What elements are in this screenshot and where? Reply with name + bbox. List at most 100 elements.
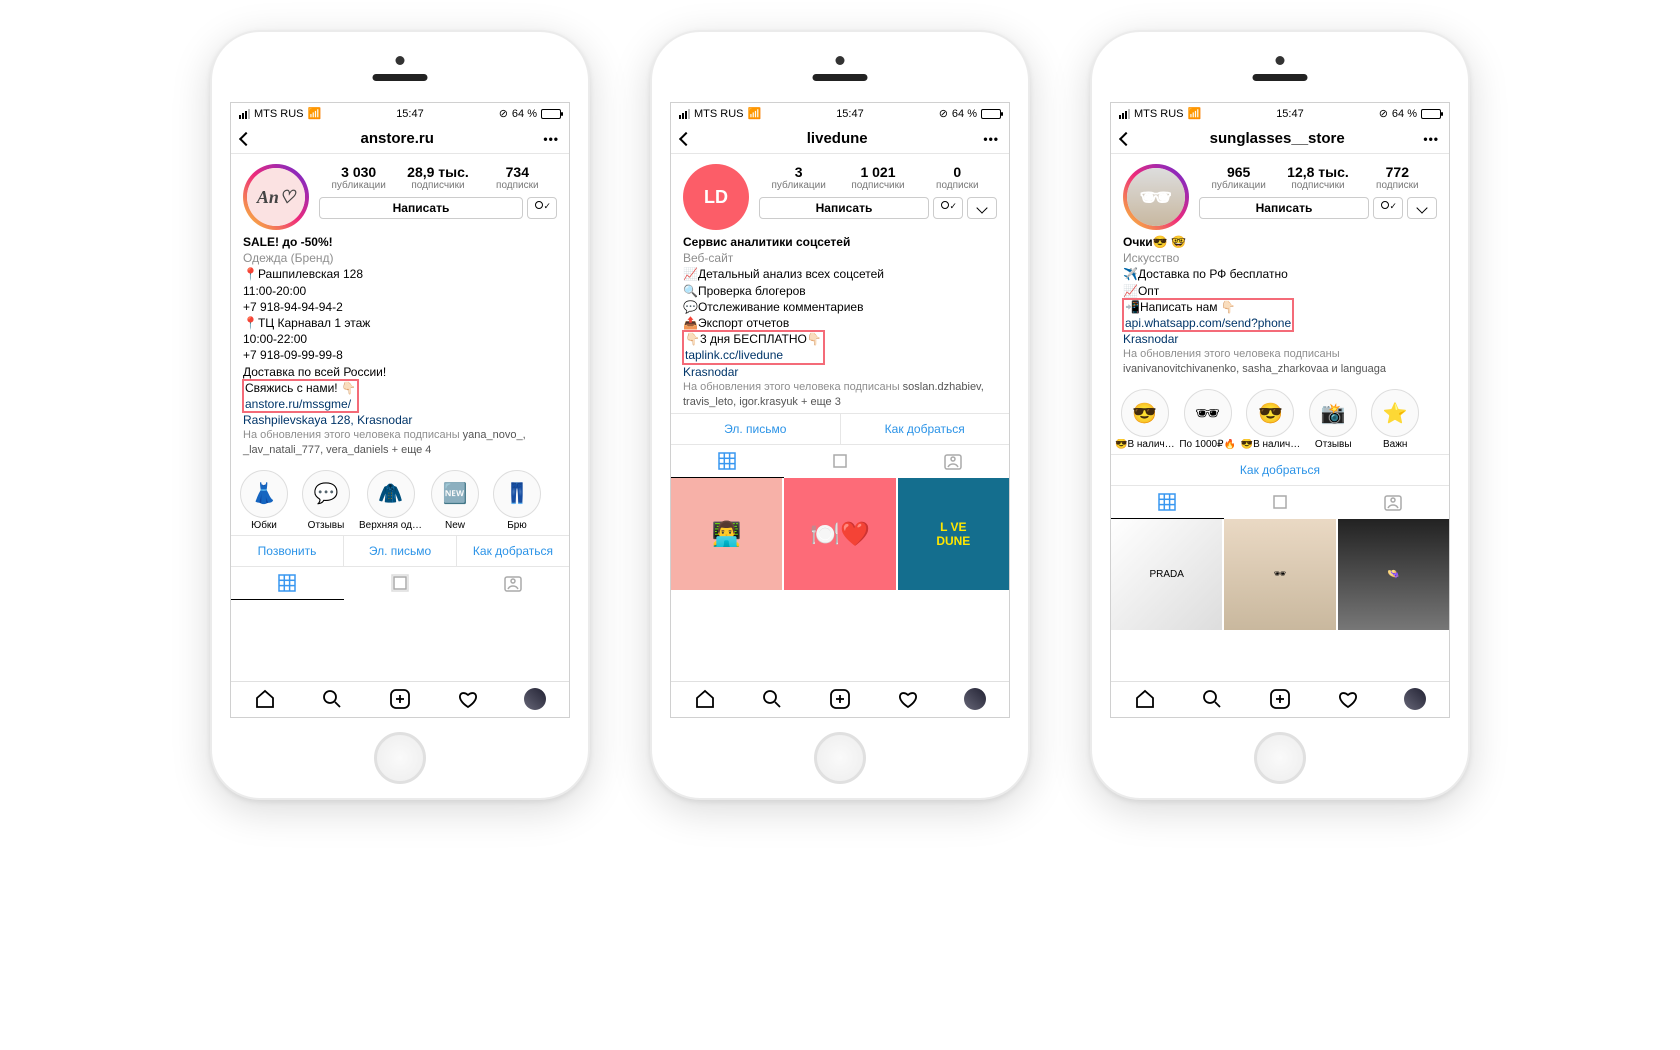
highlight-item[interactable]: 👗Юбки	[235, 470, 293, 531]
post-thumbnail[interactable]: 🍽️❤️	[784, 478, 895, 589]
email-button[interactable]: Эл. письмо	[671, 414, 841, 444]
profile-username: livedune	[807, 130, 868, 147]
activity-icon[interactable]	[457, 688, 479, 713]
highlight-item[interactable]: 📸Отзывы	[1304, 389, 1362, 450]
search-icon[interactable]	[1201, 688, 1223, 713]
highlight-icon: 📸	[1309, 389, 1357, 437]
highlight-label: New	[426, 520, 484, 531]
profile-nav-icon[interactable]	[524, 688, 546, 710]
profile-nav-icon[interactable]	[964, 688, 986, 710]
grid-tab[interactable]	[671, 445, 784, 478]
feed-tab[interactable]	[1224, 486, 1337, 519]
feed-tab[interactable]	[784, 445, 897, 478]
message-button[interactable]: Написать	[1199, 197, 1369, 219]
activity-icon[interactable]	[897, 688, 919, 713]
new-post-icon[interactable]	[389, 688, 411, 713]
stat-followers[interactable]: 1 021подписчики	[838, 164, 917, 191]
stat-followers-lbl: подписчики	[398, 180, 477, 191]
stat-followers[interactable]: 12,8 тыс.подписчики	[1278, 164, 1357, 191]
search-icon[interactable]	[761, 688, 783, 713]
profile-nav-icon[interactable]	[1404, 688, 1426, 710]
post-thumbnail[interactable]: L VE DUNE	[898, 478, 1009, 589]
highlight-item[interactable]: 🆕New	[426, 470, 484, 531]
stat-following[interactable]: 0подписки	[918, 164, 997, 191]
avatar[interactable]: LD	[683, 164, 749, 230]
tagged-tab[interactable]	[1336, 486, 1449, 519]
bio-link[interactable]: api.whatsapp.com/send?phone	[1125, 315, 1291, 331]
home-button[interactable]	[1254, 732, 1306, 784]
post-thumbnail[interactable]: 🕶	[1224, 519, 1335, 630]
bio-category: Искусство	[1123, 250, 1437, 266]
avatar-image: 🕶	[1139, 182, 1172, 213]
avatar[interactable]: 🕶	[1123, 164, 1189, 230]
bio-location[interactable]: Rashpilevskaya 128, Krasnodar	[243, 412, 557, 428]
clock-label: 15:47	[1276, 108, 1304, 120]
highlight-item[interactable]: 😎😎В налич…	[1241, 389, 1301, 450]
screen: MTS RUS📶 15:47 ⊘64 % livedune ••• LD 3пу…	[670, 102, 1010, 718]
more-icon[interactable]: •••	[983, 132, 999, 146]
followed-by-names[interactable]: ivanivanovitchivanenko, sasha_zharkоvaa …	[1123, 363, 1386, 375]
feed-tab[interactable]	[344, 567, 457, 600]
home-icon[interactable]	[694, 688, 716, 713]
person-check-icon	[535, 203, 549, 213]
back-icon[interactable]	[679, 131, 693, 145]
stat-following[interactable]: 734подписки	[478, 164, 557, 191]
new-post-icon[interactable]	[829, 688, 851, 713]
email-button[interactable]: Эл. письмо	[344, 536, 457, 566]
follow-status-button[interactable]	[527, 197, 557, 219]
highlighted-link-box: Свяжись с нами! 👇🏻 anstore.ru/mssgme/	[243, 380, 358, 412]
directions-button[interactable]: Как добраться	[1111, 455, 1449, 485]
call-button[interactable]: Позвонить	[231, 536, 344, 566]
directions-button[interactable]: Как добраться	[457, 536, 569, 566]
highlight-label: Брю	[488, 520, 546, 531]
bio-location[interactable]: Krasnodar	[1123, 331, 1437, 347]
highlight-item[interactable]: 💬Отзывы	[297, 470, 355, 531]
search-icon[interactable]	[321, 688, 343, 713]
avatar[interactable]: An♡	[243, 164, 309, 230]
highlight-item[interactable]: 🕶По 1000₽🔥	[1179, 389, 1237, 450]
more-icon[interactable]: •••	[543, 132, 559, 146]
highlight-item[interactable]: ⭐Важн	[1366, 389, 1424, 450]
bio-section: Сервис аналитики соцсетей Веб-сайт 📈Дета…	[671, 234, 1009, 413]
highlight-item[interactable]: 😎😎В налич…	[1115, 389, 1175, 450]
stat-followers[interactable]: 28,9 тыс.подписчики	[398, 164, 477, 191]
suggestions-button[interactable]	[967, 197, 997, 219]
message-button[interactable]: Написать	[319, 197, 523, 219]
post-thumbnail[interactable]: PRADA	[1111, 519, 1222, 630]
bio-location[interactable]: Krasnodar	[683, 364, 997, 380]
home-icon[interactable]	[1134, 688, 1156, 713]
home-button[interactable]	[374, 732, 426, 784]
bio-link[interactable]: anstore.ru/mssgme/	[245, 396, 356, 412]
stat-following[interactable]: 772подписки	[1358, 164, 1437, 191]
directions-button[interactable]: Как добраться	[841, 414, 1010, 444]
bio-category: Одежда (Бренд)	[243, 250, 557, 266]
orientation-lock-icon: ⊘	[499, 107, 508, 120]
bio-line: 🔍Проверка блогеров	[683, 283, 997, 299]
home-icon[interactable]	[254, 688, 276, 713]
highlight-item[interactable]: 👖Брю	[488, 470, 546, 531]
follow-status-button[interactable]	[933, 197, 963, 219]
chevron-down-icon	[1416, 202, 1427, 213]
bio-link[interactable]: taplink.cc/livedune	[685, 347, 822, 363]
highlight-icon: 😎	[1121, 389, 1169, 437]
activity-icon[interactable]	[1337, 688, 1359, 713]
tagged-tab[interactable]	[896, 445, 1009, 478]
grid-tab[interactable]	[231, 567, 344, 600]
post-thumbnail[interactable]: 👒	[1338, 519, 1449, 630]
follow-status-button[interactable]	[1373, 197, 1403, 219]
grid-tab[interactable]	[1111, 486, 1224, 519]
feed-tabs	[671, 444, 1009, 478]
bottom-nav	[1111, 681, 1449, 717]
highlight-item[interactable]: 🧥Верхняя од…	[359, 470, 422, 531]
post-thumbnail[interactable]: 👨‍💻	[671, 478, 782, 589]
home-button[interactable]	[814, 732, 866, 784]
clock-label: 15:47	[396, 108, 424, 120]
highlights-row: 😎😎В налич… 🕶По 1000₽🔥 😎😎В налич… 📸Отзывы…	[1111, 381, 1449, 454]
back-icon[interactable]	[1119, 131, 1133, 145]
tagged-tab[interactable]	[456, 567, 569, 600]
back-icon[interactable]	[239, 131, 253, 145]
new-post-icon[interactable]	[1269, 688, 1291, 713]
suggestions-button[interactable]	[1407, 197, 1437, 219]
message-button[interactable]: Написать	[759, 197, 929, 219]
more-icon[interactable]: •••	[1423, 132, 1439, 146]
